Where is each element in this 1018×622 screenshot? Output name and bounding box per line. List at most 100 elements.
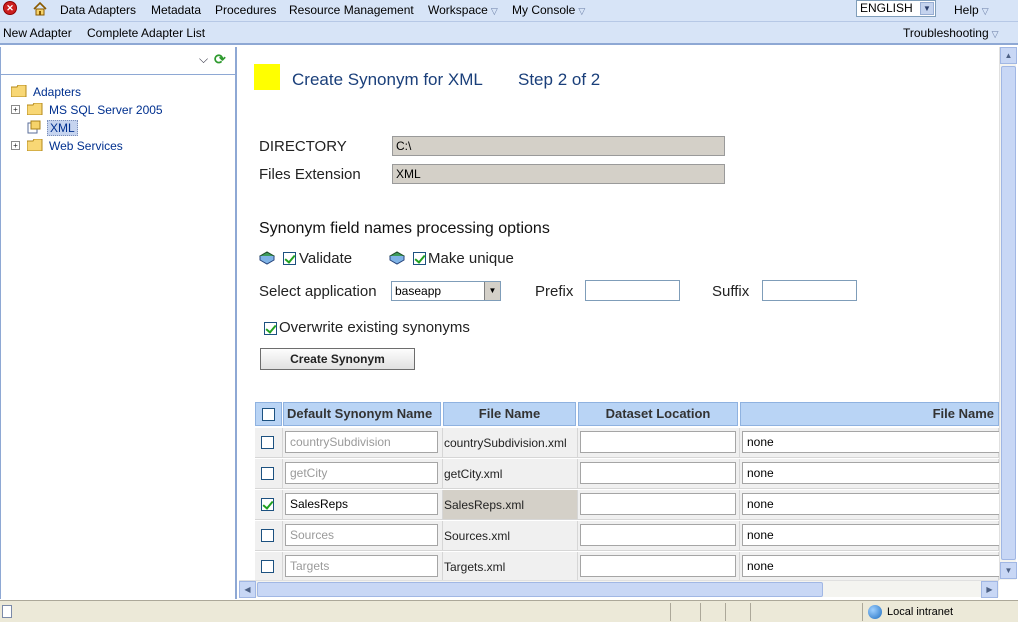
language-value: ENGLISH <box>860 1 913 15</box>
file-name-2-cell: none <box>740 428 999 458</box>
dropdown-arrow-icon[interactable]: ▼ <box>484 282 500 300</box>
dataset-location-cell <box>578 459 740 489</box>
table-row: Targets Targets.xml none <box>255 552 999 580</box>
scroll-right-icon[interactable]: ▶ <box>981 581 998 598</box>
expand-icon[interactable]: + <box>11 141 20 150</box>
dropdown-arrow-icon[interactable]: ▼ <box>920 2 934 15</box>
application-select[interactable]: baseapp ▼ <box>391 281 501 301</box>
suffix-label: Suffix <box>712 283 750 300</box>
tree-item-web-services[interactable]: + Web Services <box>11 137 231 155</box>
synonym-name-input[interactable]: getCity <box>285 462 438 484</box>
help-book-icon[interactable] <box>389 251 405 265</box>
section-title: Synonym field names processing options <box>259 220 550 237</box>
file-name-2-input[interactable]: none <box>742 462 999 484</box>
make-unique-label: Make unique <box>428 250 514 267</box>
file-name: getCity.xml <box>444 467 503 481</box>
row-checkbox[interactable] <box>261 498 274 511</box>
tree-item-xml[interactable]: XML <box>11 119 231 137</box>
synonym-name-input[interactable]: Targets <box>285 555 438 577</box>
column-header-dataset-location[interactable]: Dataset Location <box>578 402 738 426</box>
status-divider <box>862 603 863 621</box>
overwrite-checkbox[interactable] <box>264 322 277 335</box>
home-icon[interactable] <box>32 1 48 17</box>
extension-label: Files Extension <box>259 166 361 183</box>
directory-label: DIRECTORY <box>259 138 347 155</box>
column-header-file-name[interactable]: File Name <box>443 402 576 426</box>
file-name-2-input[interactable]: none <box>742 524 999 546</box>
file-name: countrySubdivision.xml <box>444 436 567 450</box>
chevron-down-icon: ▽ <box>490 6 498 16</box>
file-name-2-input[interactable]: none <box>742 493 999 515</box>
dataset-location-cell <box>578 490 740 520</box>
file-name-2-input[interactable]: none <box>742 555 999 577</box>
row-select-cell <box>255 521 283 551</box>
file-name-2-input[interactable]: none <box>742 431 999 453</box>
menu-workspace[interactable]: Workspace ▽ <box>428 3 498 17</box>
menu-bar: ✕ Data Adapters Metadata Procedures Reso… <box>0 0 1018 22</box>
file-name-2-cell: none <box>740 552 999 580</box>
refresh-icon[interactable]: ⟳ <box>214 51 226 68</box>
chevron-down-icon[interactable]: ⌵ <box>199 52 208 67</box>
dataset-location-input[interactable] <box>580 431 736 453</box>
synonym-name-input[interactable]: SalesReps <box>285 493 438 515</box>
scroll-left-icon[interactable]: ◀ <box>239 581 256 598</box>
help-book-icon[interactable] <box>259 251 275 265</box>
make-unique-checkbox[interactable] <box>413 252 426 265</box>
row-checkbox[interactable] <box>261 467 274 480</box>
status-divider <box>750 603 751 621</box>
select-all-checkbox[interactable] <box>262 408 275 421</box>
menu-help[interactable]: Help ▽ <box>954 3 989 17</box>
dataset-location-input[interactable] <box>580 555 736 577</box>
scroll-thumb[interactable] <box>1001 66 1016 560</box>
synonym-cell: countrySubdivision <box>283 428 443 458</box>
file-name-cell: Targets.xml <box>443 552 578 580</box>
dataset-location-input[interactable] <box>580 462 736 484</box>
column-header-synonym[interactable]: Default Synonym Name <box>283 402 441 426</box>
horizontal-scrollbar[interactable]: ◀ ▶ <box>239 580 999 598</box>
synonym-name-input[interactable]: Sources <box>285 524 438 546</box>
file-name-2-cell: none <box>740 521 999 551</box>
row-checkbox[interactable] <box>261 560 274 573</box>
expand-icon[interactable]: + <box>11 105 20 114</box>
row-select-cell <box>255 459 283 489</box>
menu-metadata[interactable]: Metadata <box>151 3 201 17</box>
dataset-location-input[interactable] <box>580 524 736 546</box>
language-select[interactable]: ENGLISH ▼ <box>856 0 936 17</box>
menu-data-adapters[interactable]: Data Adapters <box>60 3 136 17</box>
validate-checkbox[interactable] <box>283 252 296 265</box>
synonym-cell: getCity <box>283 459 443 489</box>
complete-adapter-list-link[interactable]: Complete Adapter List <box>87 26 205 40</box>
menu-label: Data Adapters <box>60 3 137 17</box>
new-adapter-link[interactable]: New Adapter <box>3 26 72 40</box>
menu-procedures[interactable]: Procedures <box>215 3 276 17</box>
synonym-name-input[interactable]: countrySubdivision <box>285 431 438 453</box>
close-icon[interactable]: ✕ <box>3 1 17 15</box>
row-checkbox[interactable] <box>261 529 274 542</box>
file-name-2-cell: none <box>740 490 999 520</box>
suffix-input[interactable] <box>762 280 857 301</box>
menu-my-console[interactable]: My Console ▽ <box>512 3 585 17</box>
tree-label: XML <box>47 120 78 136</box>
dataset-location-input[interactable] <box>580 493 736 515</box>
row-checkbox[interactable] <box>261 436 274 449</box>
scroll-down-icon[interactable]: ▼ <box>1000 562 1017 579</box>
chevron-down-icon: ▽ <box>991 29 999 39</box>
secondary-toolbar: New Adapter Complete Adapter List Troubl… <box>0 22 1018 45</box>
tree-root-adapters[interactable]: Adapters <box>11 83 231 101</box>
menu-label: Resource Management <box>289 3 414 17</box>
scroll-up-icon[interactable]: ▲ <box>1000 47 1017 64</box>
tree-item-ms-sql-server[interactable]: + MS SQL Server 2005 <box>11 101 231 119</box>
row-select-cell <box>255 428 283 458</box>
troubleshooting-menu[interactable]: Troubleshooting ▽ <box>903 26 999 40</box>
create-synonym-button[interactable]: Create Synonym <box>260 348 415 370</box>
vertical-scrollbar[interactable]: ▲ ▼ <box>999 47 1017 580</box>
dataset-location-cell <box>578 428 740 458</box>
scroll-thumb[interactable] <box>257 582 823 597</box>
file-name-cell: getCity.xml <box>443 459 578 489</box>
page-icon <box>2 605 12 618</box>
menu-resource-management[interactable]: Resource Management <box>289 3 414 17</box>
status-divider <box>670 603 671 621</box>
column-header-file-name-2[interactable]: File Name <box>740 402 999 426</box>
folder-icon <box>11 85 27 97</box>
prefix-input[interactable] <box>585 280 680 301</box>
